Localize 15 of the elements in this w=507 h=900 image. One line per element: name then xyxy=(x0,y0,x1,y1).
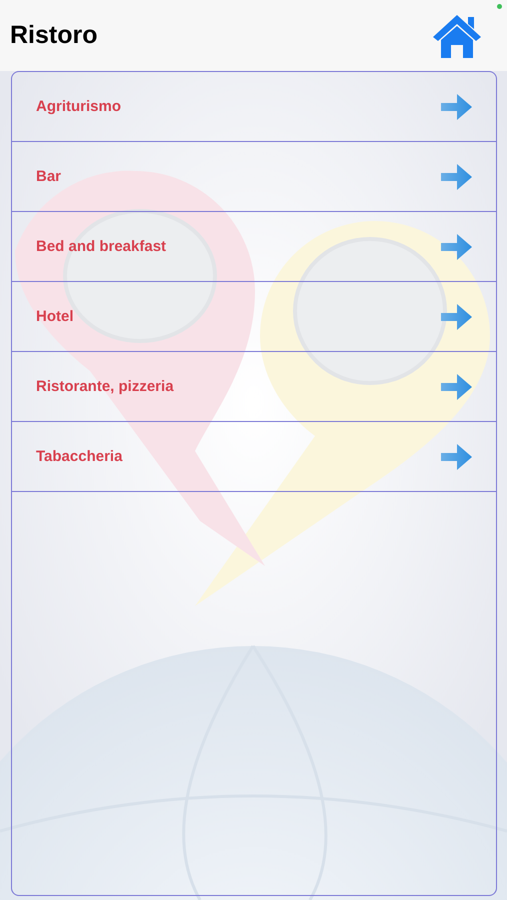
menu-item[interactable]: Ristorante, pizzeria xyxy=(12,352,496,422)
menu-item[interactable]: Hotel xyxy=(12,282,496,352)
menu-item[interactable]: Bar xyxy=(12,142,496,212)
menu-item[interactable]: Bed and breakfast xyxy=(12,212,496,282)
arrow-right-icon xyxy=(441,302,472,330)
arrow-right-icon xyxy=(441,92,472,120)
arrow-right-icon xyxy=(441,162,472,190)
status-dot-icon xyxy=(497,4,502,9)
menu-item[interactable]: Tabaccheria xyxy=(12,422,496,492)
menu-item[interactable]: Agriturismo xyxy=(12,72,496,142)
arrow-right-icon xyxy=(441,372,472,400)
arrow-right-icon xyxy=(441,442,472,470)
page-title: Ristoro xyxy=(10,21,98,50)
home-icon[interactable] xyxy=(432,12,482,58)
arrow-right-icon xyxy=(441,232,472,260)
